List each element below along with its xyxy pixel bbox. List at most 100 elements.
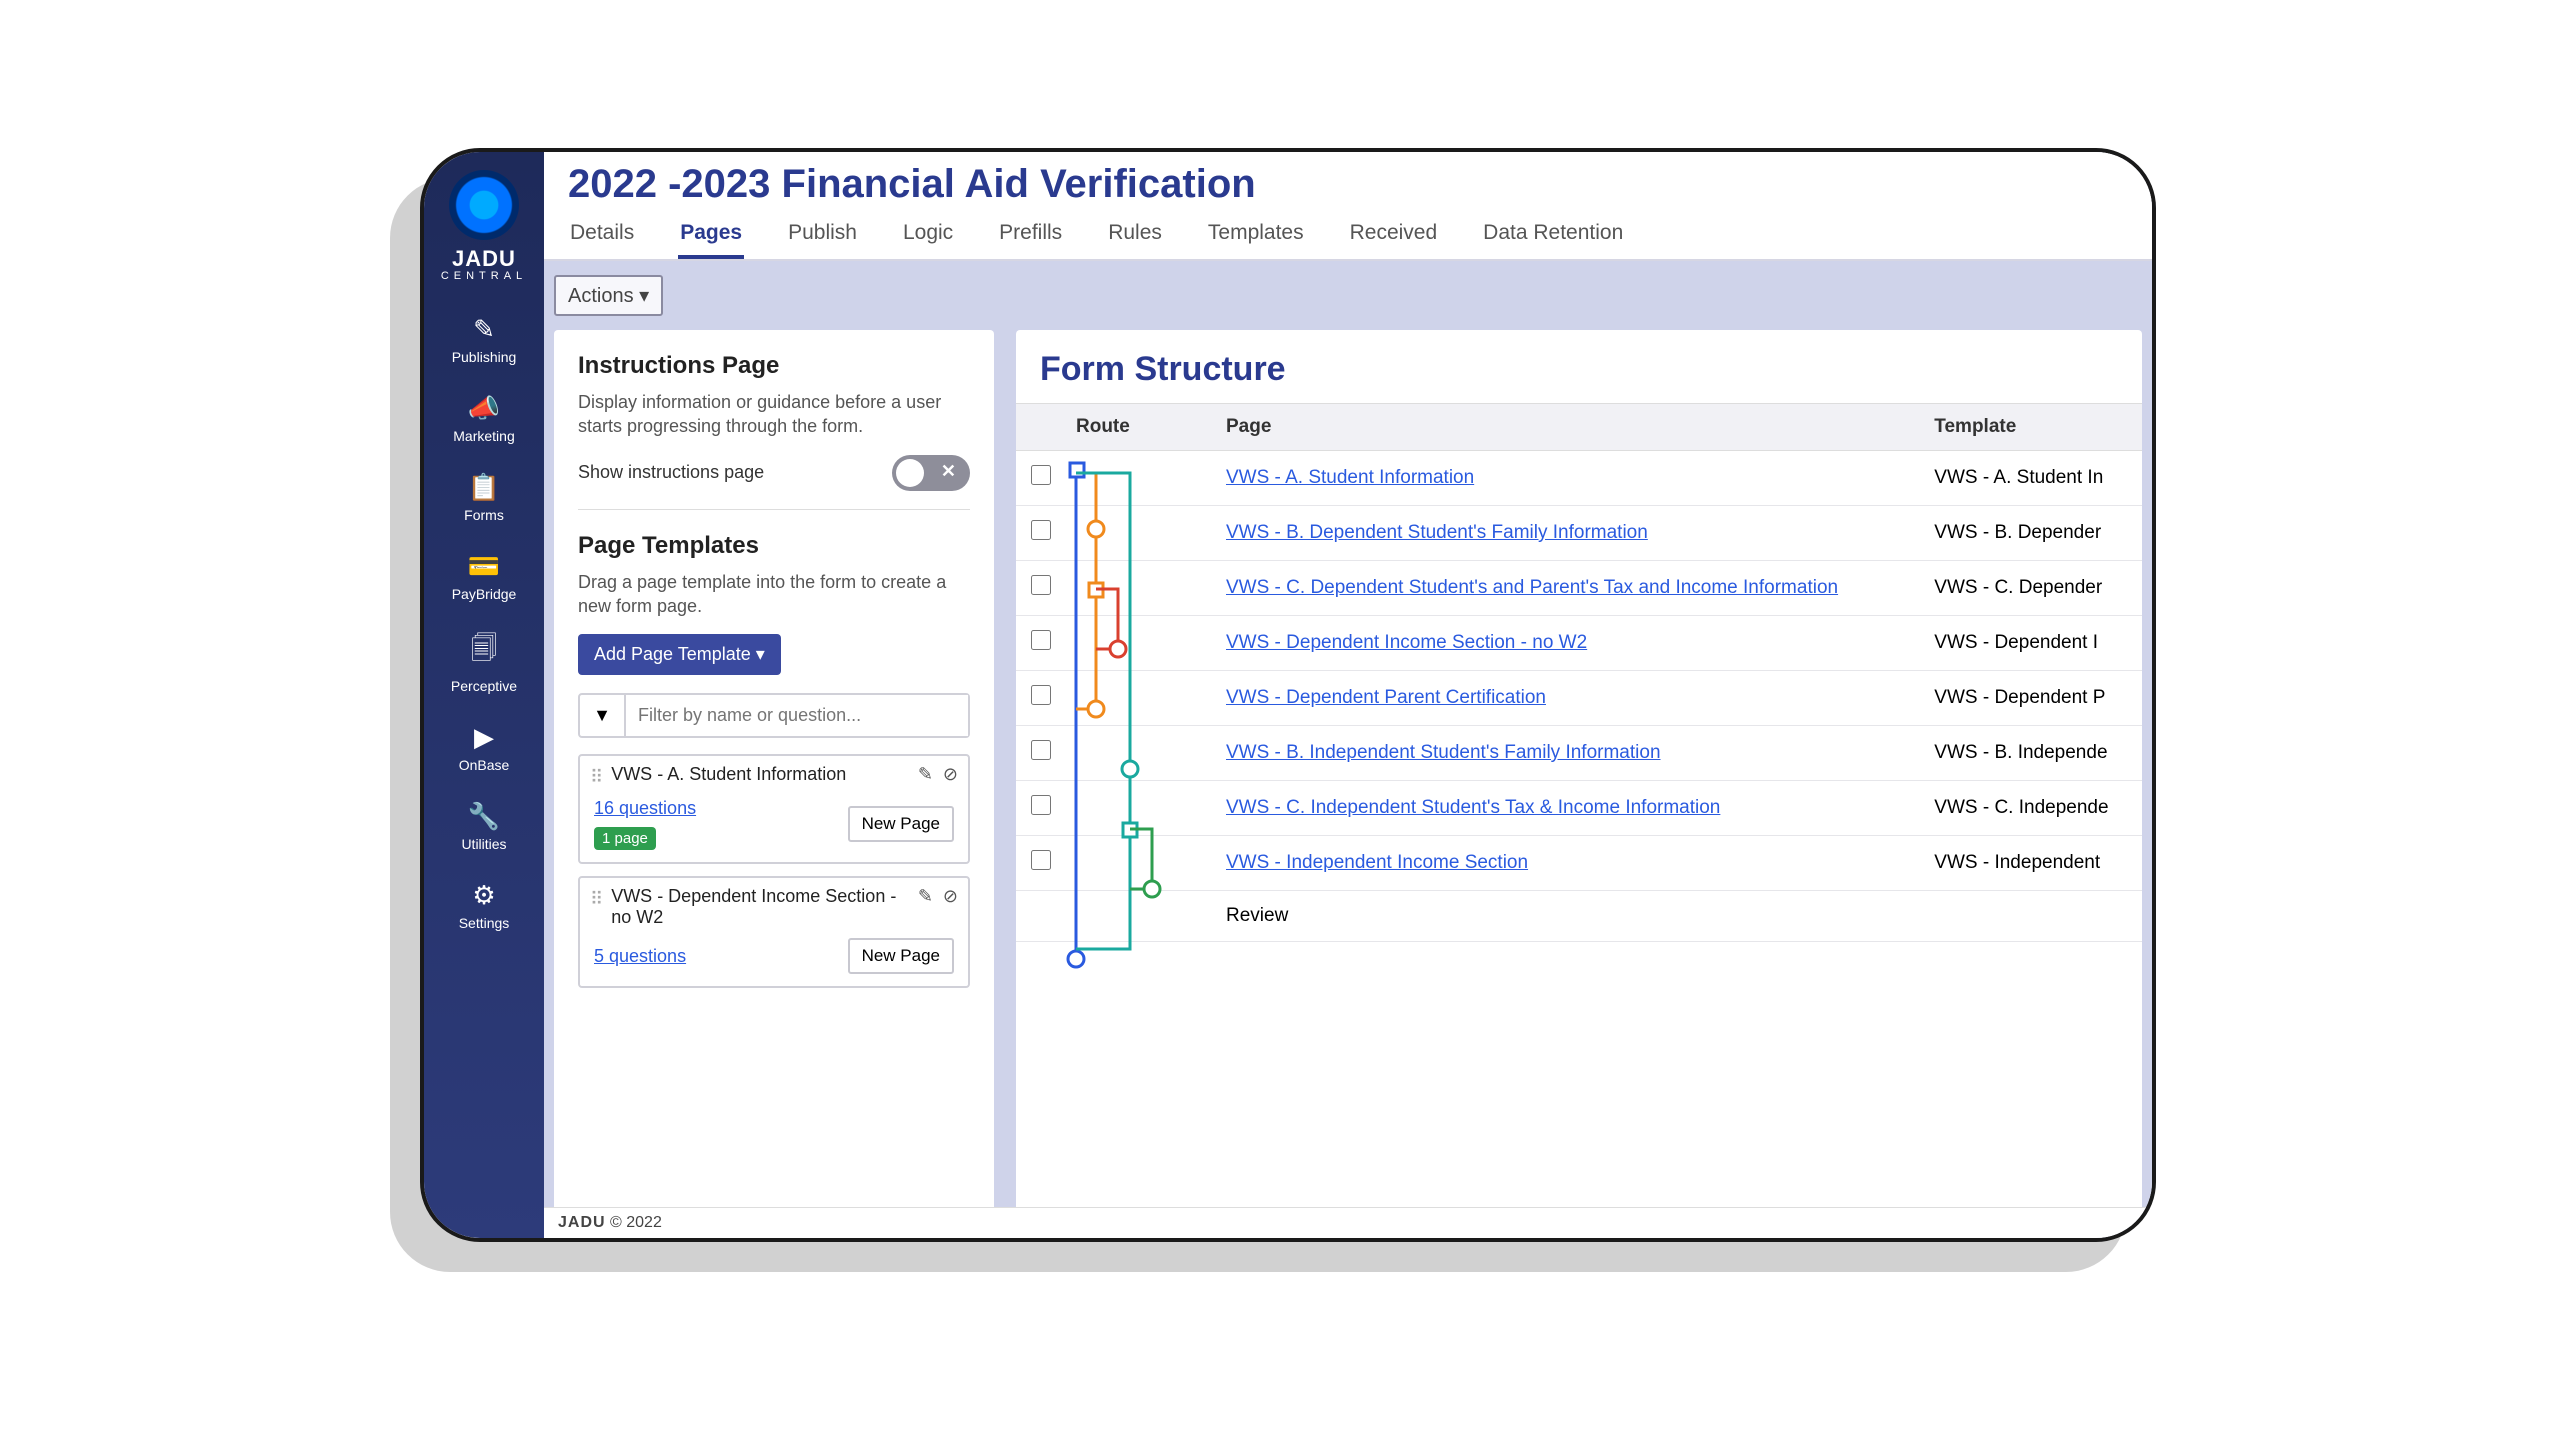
questions-link[interactable]: 16 questions — [594, 798, 696, 818]
page-link[interactable]: VWS - Independent Income Section — [1226, 852, 1528, 873]
template-label — [1924, 891, 2142, 942]
template-label: VWS - B. Independe — [1924, 726, 2142, 781]
divider — [578, 509, 970, 510]
tab-logic[interactable]: Logic — [901, 213, 955, 259]
delete-icon[interactable]: ⊘ — [943, 886, 958, 907]
col-checkbox — [1016, 404, 1066, 451]
sidebar-item-label: Marketing — [453, 428, 514, 444]
page-link[interactable]: VWS - C. Independent Student's Tax & Inc… — [1226, 797, 1720, 818]
template-name: VWS - A. Student Information — [611, 764, 910, 785]
page-link[interactable]: VWS - B. Dependent Student's Family Info… — [1226, 522, 1648, 543]
sidebar-item-marketing[interactable]: 📣 Marketing — [424, 379, 544, 458]
form-structure-heading: Form Structure — [1016, 350, 2142, 403]
sidebar-item-perceptive[interactable]: 🗐 Perceptive — [424, 616, 544, 708]
tab-publish[interactable]: Publish — [786, 213, 859, 259]
footer: JADU © 2022 — [544, 1207, 2152, 1238]
new-page-button[interactable]: New Page — [848, 938, 954, 974]
form-structure-panel: Form Structure Route Page Template — [1016, 330, 2142, 1207]
template-card: ⠿ VWS - Dependent Income Section - no W2… — [578, 876, 970, 988]
route-diagram — [1040, 449, 1190, 1009]
play-circle-icon: ▶ — [424, 722, 544, 753]
tab-received[interactable]: Received — [1348, 213, 1440, 259]
tab-prefills[interactable]: Prefills — [997, 213, 1064, 259]
template-label: VWS - Dependent P — [1924, 671, 2142, 726]
device-frame: JADU CENTRAL ✎ Publishing 📣 Marketing 📋 … — [420, 148, 2156, 1242]
instructions-heading: Instructions Page — [578, 352, 970, 380]
page-link[interactable]: VWS - B. Independent Student's Family In… — [1226, 742, 1661, 763]
actions-dropdown[interactable]: Actions ▾ — [554, 275, 663, 316]
sidebar-item-label: OnBase — [459, 757, 510, 773]
col-template: Template — [1924, 404, 2142, 451]
body-columns: Instructions Page Display information or… — [544, 330, 2152, 1207]
template-label: VWS - Independent — [1924, 836, 2142, 891]
filter-row: ▼ — [578, 693, 970, 738]
add-page-template-button[interactable]: Add Page Template ▾ — [578, 634, 781, 675]
filter-input[interactable] — [626, 695, 968, 736]
delete-icon[interactable]: ⊘ — [943, 764, 958, 785]
logo-block: JADU CENTRAL — [441, 160, 527, 282]
new-page-button[interactable]: New Page — [848, 806, 954, 842]
clipboard-icon: 📋 — [424, 472, 544, 503]
logo-icon — [449, 170, 519, 240]
template-label: VWS - A. Student In — [1924, 451, 2142, 506]
template-card: ⠿ VWS - A. Student Information ✎ ⊘ 16 qu… — [578, 754, 970, 864]
show-instructions-toggle[interactable]: ✕ — [892, 455, 970, 491]
edit-icon[interactable]: ✎ — [918, 886, 933, 907]
filter-icon[interactable]: ▼ — [580, 695, 626, 736]
page-link[interactable]: VWS - C. Dependent Student's and Parent'… — [1226, 577, 1838, 598]
x-icon: ✕ — [941, 461, 956, 482]
wrench-icon: 🔧 — [424, 801, 544, 832]
sidebar-item-label: Utilities — [461, 836, 506, 852]
toggle-row: Show instructions page ✕ — [578, 455, 970, 491]
drag-handle-icon[interactable]: ⠿ — [590, 886, 603, 910]
col-route: Route — [1066, 404, 1216, 451]
page-link[interactable]: VWS - Dependent Parent Certification — [1226, 687, 1546, 708]
sidebar-item-label: Publishing — [452, 349, 517, 365]
drag-handle-icon[interactable]: ⠿ — [590, 764, 603, 788]
app-root: JADU CENTRAL ✎ Publishing 📣 Marketing 📋 … — [424, 152, 2152, 1238]
sidebar-item-paybridge[interactable]: 💳 PayBridge — [424, 537, 544, 616]
edit-icon[interactable]: ✎ — [918, 764, 933, 785]
footer-brand: JADU — [558, 1214, 606, 1231]
sidebar-item-onbase[interactable]: ▶ OnBase — [424, 708, 544, 787]
card-icon: 💳 — [424, 551, 544, 582]
tab-rules[interactable]: Rules — [1106, 213, 1164, 259]
tab-templates[interactable]: Templates — [1206, 213, 1306, 259]
sidebar-item-label: Settings — [459, 915, 510, 931]
footer-copyright: © 2022 — [606, 1214, 662, 1231]
tab-pages[interactable]: Pages — [678, 213, 744, 259]
template-label: VWS - C. Independe — [1924, 781, 2142, 836]
sidebar-item-forms[interactable]: 📋 Forms — [424, 458, 544, 537]
col-page: Page — [1216, 404, 1924, 451]
sidebar-nav: ✎ Publishing 📣 Marketing 📋 Forms 💳 PayBr… — [424, 300, 544, 945]
brand-sub: CENTRAL — [441, 270, 527, 282]
gear-icon: ⚙ — [424, 880, 544, 911]
sidebar-item-publishing[interactable]: ✎ Publishing — [424, 300, 544, 379]
pencil-icon: ✎ — [424, 314, 544, 345]
page-count-badge: 1 page — [594, 827, 656, 850]
tab-details[interactable]: Details — [568, 213, 636, 259]
template-label: VWS - C. Depender — [1924, 561, 2142, 616]
templates-desc: Drag a page template into the form to cr… — [578, 570, 970, 619]
main-content: 2022 -2023 Financial Aid Verification De… — [544, 152, 2152, 1238]
questions-link[interactable]: 5 questions — [594, 946, 686, 967]
toggle-label: Show instructions page — [578, 462, 764, 483]
brand-name: JADU — [441, 246, 527, 272]
sidebar-item-label: Forms — [464, 507, 504, 523]
page-link[interactable]: VWS - A. Student Information — [1226, 467, 1474, 488]
toolbar: Actions ▾ — [544, 261, 2152, 330]
templates-heading: Page Templates — [578, 532, 970, 560]
sidebar-item-label: PayBridge — [452, 586, 517, 602]
megaphone-icon: 📣 — [424, 393, 544, 424]
sidebar-item-settings[interactable]: ⚙ Settings — [424, 866, 544, 945]
instructions-panel: Instructions Page Display information or… — [554, 330, 994, 1207]
tab-data-retention[interactable]: Data Retention — [1481, 213, 1625, 259]
copy-icon: 🗐 — [424, 630, 544, 674]
page-label: Review — [1216, 891, 1924, 942]
titlebar: 2022 -2023 Financial Aid Verification De… — [544, 152, 2152, 261]
sidebar: JADU CENTRAL ✎ Publishing 📣 Marketing 📋 … — [424, 152, 544, 1238]
page-link[interactable]: VWS - Dependent Income Section - no W2 — [1226, 632, 1587, 653]
template-label: VWS - Dependent I — [1924, 616, 2142, 671]
sidebar-item-utilities[interactable]: 🔧 Utilities — [424, 787, 544, 866]
sidebar-item-label: Perceptive — [451, 678, 517, 694]
